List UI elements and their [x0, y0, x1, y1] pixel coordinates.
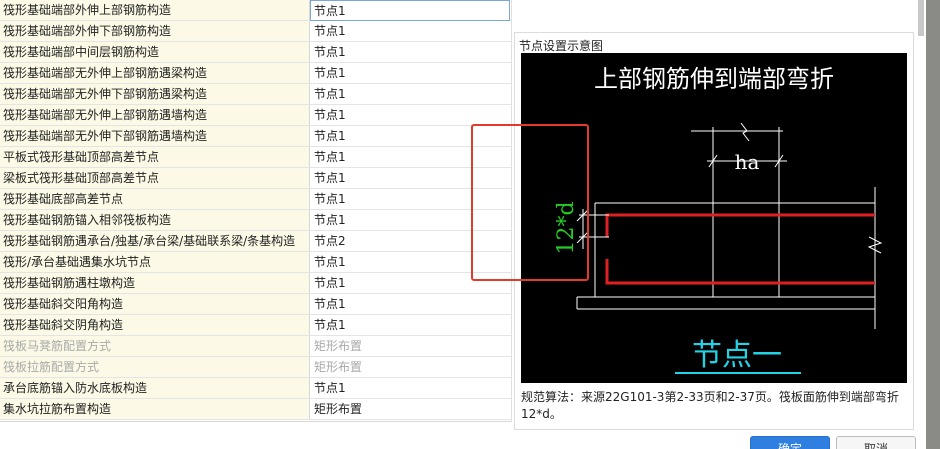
grid-row[interactable]: 筏形基础端部无外伸上部钢筋遇梁构造 节点1 [0, 63, 512, 84]
row-setting-name: 筏形基础钢筋遇柱墩构造 [0, 273, 310, 293]
node-label: 节点一 [692, 338, 782, 373]
scrollbar-thumb[interactable] [918, 0, 924, 36]
bottom-rebar [605, 259, 875, 285]
row-setting-name: 筏形基础端部外伸下部钢筋构造 [0, 21, 310, 41]
row-setting-name: 筏形基础端部中间层钢筋构造 [0, 42, 310, 62]
grid-row[interactable]: 筏形基础端部外伸下部钢筋构造 节点1 [0, 21, 512, 42]
ok-button[interactable]: 确定 [750, 436, 830, 449]
grid-row[interactable]: 筏形基础端部无外伸下部钢筋遇梁构造 节点1 [0, 84, 512, 105]
grid-row[interactable]: 筏形基础端部无外伸上部钢筋遇墙构造 节点1 [0, 105, 512, 126]
grid-row[interactable]: 筏形基础端部外伸上部钢筋构造 节点1 [0, 0, 512, 21]
grid-row[interactable]: 筏形基础钢筋遇柱墩构造 节点1 [0, 273, 512, 294]
row-setting-name: 筏形基础端部无外伸上部钢筋遇墙构造 [0, 105, 310, 125]
row-setting-name: 筏板拉筋配置方式 [0, 357, 310, 377]
row-setting-name: 筏形基础端部无外伸下部钢筋遇梁构造 [0, 84, 310, 104]
grid-row[interactable]: 集水坑拉筋布置构造 矩形布置 [0, 399, 512, 420]
grid-row[interactable]: 承台底筋锚入防水底板构造 节点1 [0, 378, 512, 399]
row-setting-name: 平板式筏形基础顶部高差节点 [0, 147, 310, 167]
row-setting-name: 承台底筋锚入防水底板构造 [0, 378, 310, 398]
grid-row[interactable]: 平板式筏形基础顶部高差节点 节点1 [0, 147, 512, 168]
grid-row[interactable]: 筏板马凳筋配置方式 矩形布置 [0, 336, 512, 357]
row-setting-value[interactable]: 矩形布置 [311, 357, 511, 377]
grid-row[interactable]: 筏形基础斜交阴角构造 节点1 [0, 315, 512, 336]
dim-ha-label: ha [735, 150, 760, 174]
grid-row[interactable]: 筏形基础钢筋锚入相邻筏板构造 节点1 [0, 210, 512, 231]
grid-row[interactable]: 梁板式筏形基础顶部高差节点 节点1 [0, 168, 512, 189]
row-setting-value[interactable]: 节点1 [311, 294, 511, 314]
row-setting-value[interactable]: 节点1 [311, 42, 511, 62]
row-setting-name: 筏形基础钢筋锚入相邻筏板构造 [0, 210, 310, 230]
row-setting-value[interactable]: 节点1 [311, 84, 511, 104]
row-setting-value[interactable]: 矩形布置 [311, 336, 511, 356]
panel-description: 规范算法：来源22G101-3第2-33页和2-37页。筏板面筋伸到端部弯折12… [521, 390, 899, 421]
panel-title: 节点设置示意图 [519, 39, 604, 53]
row-setting-name: 筏形基础端部无外伸上部钢筋遇梁构造 [0, 63, 310, 83]
dim-ha-break [740, 122, 750, 142]
grid-row[interactable]: 筏板拉筋配置方式 矩形布置 [0, 357, 512, 378]
row-setting-name: 筏形基础斜交阴角构造 [0, 315, 310, 335]
grid-row[interactable]: 筏形/承台基础遇集水坑节点 节点1 [0, 252, 512, 273]
highlight-annotation-box [471, 124, 589, 281]
row-setting-name: 筏板马凳筋配置方式 [0, 336, 310, 356]
grid-row[interactable]: 筏形基础斜交阳角构造 节点1 [0, 294, 512, 315]
cancel-button[interactable]: 取消 [836, 436, 916, 449]
top-rebar [605, 213, 875, 237]
row-setting-value[interactable]: 节点1 [311, 63, 511, 83]
grid-bottom-border [0, 421, 512, 422]
row-setting-name: 筏形基础端部外伸上部钢筋构造 [0, 0, 310, 20]
row-setting-name: 筏形基础端部无外伸下部钢筋遇墙构造 [0, 126, 310, 146]
row-setting-name: 筏形基础底部高差节点 [0, 189, 310, 209]
row-setting-name: 筏形/承台基础遇集水坑节点 [0, 252, 310, 272]
row-setting-value[interactable]: 节点1 [311, 105, 511, 125]
row-setting-value[interactable]: 节点1 [311, 315, 511, 335]
row-setting-name: 筏形基础钢筋遇承台/独基/承台梁/基础联系梁/条基构造 [0, 231, 310, 251]
row-setting-name: 梁板式筏形基础顶部高差节点 [0, 168, 310, 188]
grid-row[interactable]: 筏形基础端部无外伸下部钢筋遇墙构造 节点1 [0, 126, 512, 147]
row-setting-value[interactable]: 矩形布置 [311, 399, 511, 419]
row-setting-name: 筏形基础斜交阳角构造 [0, 294, 310, 314]
row-setting-value[interactable]: 节点1 [311, 378, 511, 398]
row-setting-value[interactable]: 节点1 [311, 21, 511, 41]
row-setting-value[interactable]: 节点1 [310, 0, 510, 21]
grid-row[interactable]: 筏形基础底部高差节点 节点1 [0, 189, 512, 210]
window-edge [926, 0, 940, 449]
grid-row[interactable]: 筏形基础钢筋遇承台/独基/承台梁/基础联系梁/条基构造 节点2 [0, 231, 512, 252]
row-setting-name: 集水坑拉筋布置构造 [0, 399, 310, 419]
diagram-title: 上部钢筋伸到端部弯折 [594, 65, 834, 93]
grid-row[interactable]: 筏形基础端部中间层钢筋构造 节点1 [0, 42, 512, 63]
